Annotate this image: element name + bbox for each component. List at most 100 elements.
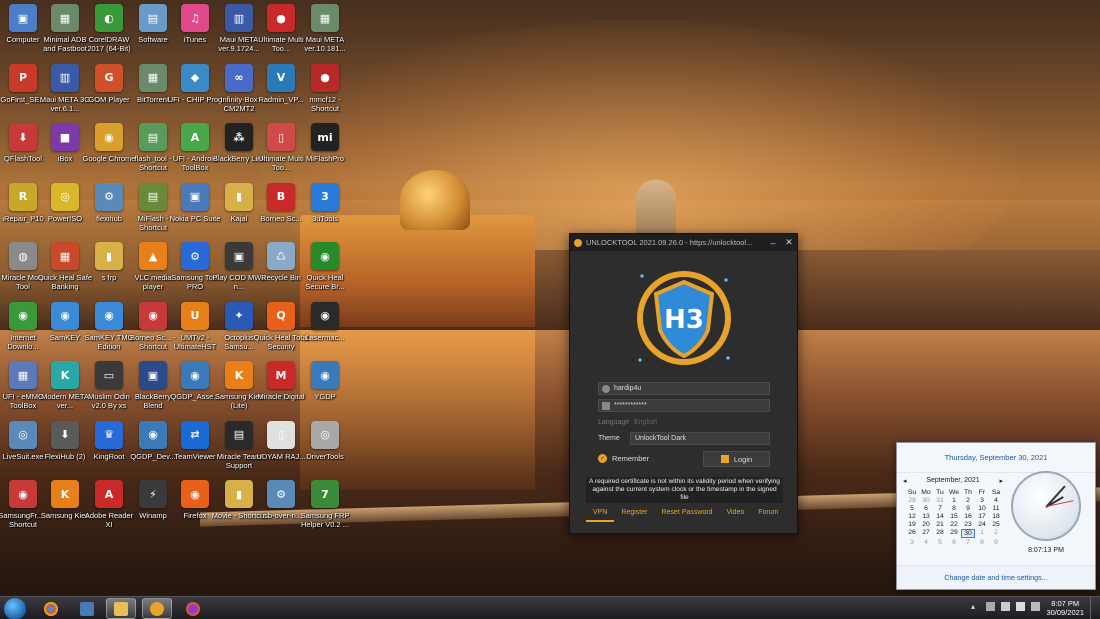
calendar-day[interactable]: 6 — [919, 505, 933, 512]
username-field[interactable]: hardip4u — [598, 382, 770, 395]
start-button[interactable] — [4, 598, 26, 619]
calendar-day[interactable]: 30 — [919, 497, 933, 504]
calendar-day[interactable]: 23 — [961, 521, 975, 528]
theme-row: Theme UnlockTool Dark — [598, 432, 770, 445]
calendar-day[interactable]: 12 — [905, 513, 919, 520]
taskbar-unlocktool-icon[interactable] — [142, 598, 172, 619]
calendar-day[interactable]: 21 — [933, 521, 947, 528]
calendar-day[interactable]: 7 — [933, 505, 947, 512]
desktop-icon[interactable]: ◎ DriverTools — [300, 420, 350, 483]
app-icon: G — [95, 63, 123, 92]
taskbar: ▴ 8:07 PM 30/09/2021 — [0, 596, 1100, 619]
calendar-day[interactable]: 30 — [961, 529, 975, 538]
login-button[interactable]: Login — [703, 451, 770, 467]
calendar-day[interactable]: 16 — [961, 513, 975, 520]
desktop-icon[interactable]: ◉ Quick Heal Secure Br... — [300, 242, 350, 304]
taskbar-clock[interactable]: 8:07 PM 30/09/2021 — [1046, 599, 1084, 617]
change-date-time-link[interactable]: Change date and time settings... — [897, 565, 1095, 589]
language-select[interactable]: English — [630, 416, 770, 429]
calendar-day[interactable]: 28 — [933, 529, 947, 538]
calendar-day[interactable]: 9 — [989, 539, 1003, 546]
calendar-day[interactable]: 8 — [947, 505, 961, 512]
app-icon: ⬇ — [9, 123, 37, 151]
calendar-day[interactable]: 10 — [975, 505, 989, 512]
desktop-icon[interactable]: 3 3uTools — [300, 182, 350, 245]
tab-video[interactable]: Video — [719, 509, 751, 522]
show-hidden-icons-icon[interactable]: ▴ — [971, 602, 980, 611]
calendar-date-header[interactable]: Thursday, September 30, 2021 — [897, 443, 1095, 473]
desktop-icon[interactable]: ● mmcf12 - Shortcut — [300, 63, 350, 126]
tab-reset-password[interactable]: Reset Password — [654, 509, 719, 522]
desktop-icon[interactable]: ▦ Maui META ver.10.181... — [300, 4, 350, 66]
calendar-day[interactable]: 11 — [989, 505, 1003, 512]
calendar-day[interactable]: 29 — [947, 529, 961, 538]
network-icon[interactable] — [1001, 602, 1010, 611]
desktop-icon[interactable]: ◉ YGDP — [300, 361, 350, 423]
calendar-day[interactable]: 3 — [975, 497, 989, 504]
unlocktool-window[interactable]: UNLOCKTOOL 2021.09.26.0 - https://unlock… — [569, 233, 798, 534]
calendar-day[interactable]: 5 — [933, 539, 947, 546]
desktop-icon[interactable]: mi MiFlashPro — [300, 123, 350, 185]
calendar-day[interactable]: 4 — [989, 497, 1003, 504]
calendar-day[interactable]: 13 — [919, 513, 933, 520]
calendar-day[interactable]: 5 — [905, 505, 919, 512]
calendar-day[interactable]: 15 — [947, 513, 961, 520]
app-icon: ◉ — [311, 361, 339, 389]
calendar-month[interactable]: September, 2021 — [926, 477, 979, 485]
app-icon: ◎ — [9, 420, 37, 449]
calendar-day[interactable]: 24 — [975, 521, 989, 528]
calendar-day[interactable]: 7 — [961, 539, 975, 546]
calendar-day[interactable]: 22 — [947, 521, 961, 528]
calendar-day[interactable]: 6 — [947, 539, 961, 546]
tab-vpn[interactable]: VPN — [586, 509, 615, 522]
calendar-day[interactable]: 14 — [933, 513, 947, 520]
calendar-day[interactable]: 29 — [905, 497, 919, 504]
calendar-day[interactable]: 9 — [961, 505, 975, 512]
password-field[interactable]: ************ — [598, 399, 770, 412]
taskbar-time: 8:07 PM — [1051, 599, 1080, 608]
calendar-day[interactable]: 19 — [905, 521, 919, 528]
theme-select[interactable]: UnlockTool Dark — [630, 432, 770, 445]
volume-icon[interactable] — [1016, 602, 1025, 611]
calendar-day[interactable]: 27 — [919, 529, 933, 538]
unlocktool-tabs: VPN Register Reset Password Video Forum — [586, 509, 786, 522]
calendar-day[interactable]: 1 — [975, 529, 989, 538]
app-icon: Q — [267, 301, 295, 330]
calendar-day[interactable]: 25 — [989, 521, 1003, 528]
tab-forum[interactable]: Forum — [751, 509, 785, 522]
calendar-day[interactable]: 8 — [975, 539, 989, 546]
app-icon: ⇄ — [181, 420, 209, 449]
calendar-day[interactable]: 3 — [905, 539, 919, 546]
show-desktop-button[interactable] — [1090, 597, 1100, 619]
taskbar-network-icon[interactable] — [72, 598, 102, 619]
desktop-icon[interactable]: 7 Samsung FRP Helper V0.2 ... — [300, 480, 350, 542]
desktop-icon[interactable]: ◉ Lasermac... — [300, 301, 350, 364]
calendar-day[interactable]: 18 — [989, 513, 1003, 520]
calendar-day[interactable]: 2 — [961, 497, 975, 504]
calendar-day[interactable]: 31 — [933, 497, 947, 504]
app-icon: A — [181, 123, 209, 151]
flag-icon[interactable] — [986, 602, 995, 611]
app-icon: ◉ — [9, 480, 37, 508]
battery-icon[interactable] — [1031, 602, 1040, 611]
next-month-icon[interactable]: ▸ — [999, 477, 1003, 485]
calendar-day[interactable]: 26 — [905, 529, 919, 538]
app-icon: ▥ — [51, 63, 79, 92]
close-icon[interactable]: ✕ — [781, 237, 797, 248]
taskbar-firefox-icon[interactable] — [178, 598, 208, 619]
remember-checkbox[interactable]: ✓ Remember — [598, 454, 649, 463]
golden-dome — [400, 170, 470, 230]
calendar-day[interactable]: 20 — [919, 521, 933, 528]
calendar-day[interactable]: 17 — [975, 513, 989, 520]
taskbar-chrome-icon[interactable] — [36, 598, 66, 619]
prev-month-icon[interactable]: ◂ — [903, 477, 907, 485]
minimize-icon[interactable]: – — [765, 238, 781, 248]
taskbar-explorer-icon[interactable] — [106, 598, 136, 619]
system-tray: ▴ — [971, 602, 1040, 611]
calendar-day[interactable]: 2 — [989, 529, 1003, 538]
calendar-day[interactable]: 1 — [947, 497, 961, 504]
calendar-day[interactable]: 4 — [919, 539, 933, 546]
tab-register[interactable]: Register — [614, 509, 654, 522]
app-icon: ▣ — [225, 242, 253, 270]
unlocktool-titlebar[interactable]: UNLOCKTOOL 2021.09.26.0 - https://unlock… — [570, 234, 797, 251]
